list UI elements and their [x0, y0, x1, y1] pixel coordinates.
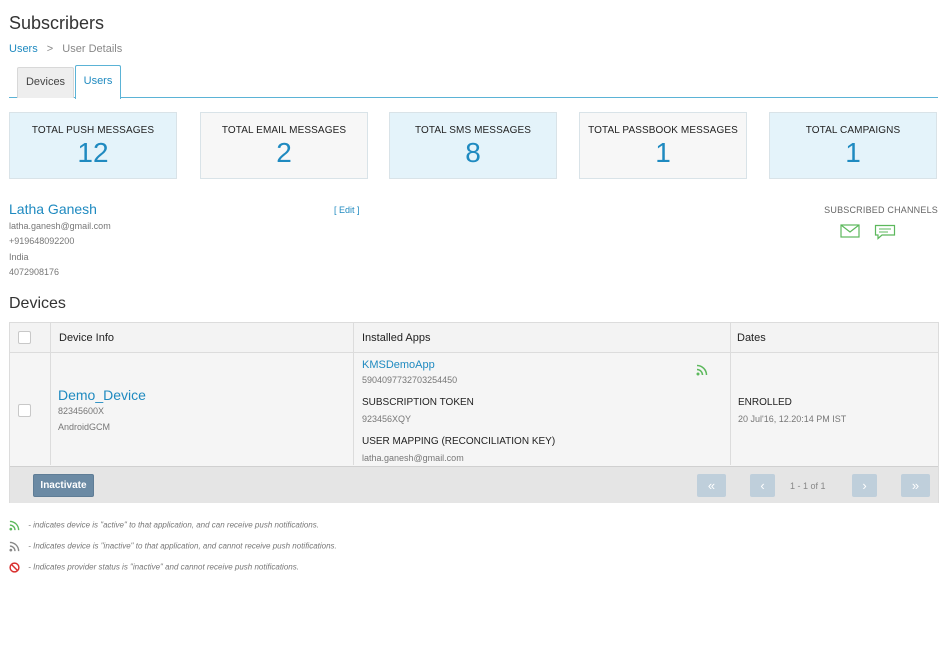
rss-active-icon — [696, 363, 708, 381]
user-email: latha.ganesh@gmail.com — [9, 221, 111, 231]
chevron-right-icon: › — [862, 478, 867, 493]
chevron-left-icon: ‹ — [760, 478, 765, 493]
user-id: 4072908176 — [9, 267, 60, 277]
rss-active-icon — [9, 520, 28, 531]
select-all-checkbox[interactable] — [18, 331, 31, 344]
legend-item-provider-inactive: - Indicates provider status is "inactive… — [9, 562, 299, 573]
device-name-link[interactable]: Demo_Device — [58, 387, 146, 403]
tab-bar: Devices Users — [9, 65, 938, 99]
stat-total-email: TOTAL EMAIL MESSAGES 2 — [200, 112, 368, 179]
first-page-button[interactable]: « — [697, 474, 726, 497]
table-header: Device Info Installed Apps Dates — [10, 323, 938, 353]
legend-item-inactive: - Indicates device is "inactive" to that… — [9, 541, 337, 552]
stat-value: 1 — [655, 137, 671, 168]
app-name-link[interactable]: KMSDemoApp — [362, 359, 435, 371]
edit-user-link[interactable]: [ Edit ] — [334, 205, 360, 215]
pagination-info: 1 - 1 of 1 — [790, 481, 826, 491]
stat-value: 12 — [77, 137, 109, 168]
device-platform: AndroidGCM — [58, 422, 111, 432]
prev-page-button[interactable]: ‹ — [750, 474, 775, 497]
enrollment-status: ENROLLED — [738, 397, 792, 408]
column-device-info: Device Info — [59, 332, 115, 344]
row-select-checkbox[interactable] — [18, 404, 31, 417]
sms-icon — [874, 224, 896, 245]
column-divider — [353, 323, 354, 465]
enrollment-date: 20 Jul'16, 12.20:14 PM IST — [738, 414, 847, 424]
stat-label: TOTAL EMAIL MESSAGES — [221, 125, 347, 136]
double-chevron-right-icon: » — [911, 478, 920, 493]
app-id: 5904097732703254450 — [362, 375, 458, 385]
user-mapping-label: USER MAPPING (RECONCILIATION KEY) — [362, 436, 556, 447]
subscription-token-value: 923456XQY — [362, 414, 412, 424]
tab-devices[interactable]: Devices — [17, 67, 74, 98]
double-chevron-left-icon: « — [707, 478, 716, 493]
stat-total-sms: TOTAL SMS MESSAGES 8 — [389, 112, 557, 179]
legend-text: - Indicates provider status is "inactive… — [28, 562, 299, 572]
breadcrumb-current: User Details — [62, 43, 123, 55]
stat-label: TOTAL PASSBOOK MESSAGES — [588, 125, 738, 136]
page-title: Subscribers — [9, 13, 105, 33]
user-country: India — [9, 252, 29, 262]
legend-text: - indicates device is "active" to that a… — [28, 520, 319, 530]
inactivate-button[interactable]: Inactivate — [33, 474, 94, 497]
stat-label: TOTAL PUSH MESSAGES — [31, 125, 155, 136]
stat-label: TOTAL CAMPAIGNS — [805, 125, 901, 136]
devices-section-title: Devices — [9, 295, 66, 312]
column-dates: Dates — [737, 332, 766, 344]
rss-inactive-icon — [9, 541, 28, 552]
table-footer: Inactivate « ‹ 1 - 1 of 1 › » — [10, 466, 938, 503]
subscribed-channels-label: SUBSCRIBED CHANNELS — [824, 205, 938, 215]
stat-value: 2 — [276, 137, 292, 168]
provider-inactive-icon — [9, 562, 28, 573]
column-installed-apps: Installed Apps — [362, 332, 431, 344]
user-name: Latha Ganesh — [9, 201, 97, 217]
email-icon — [840, 224, 860, 243]
breadcrumb-separator: > — [46, 43, 54, 55]
device-id: 82345600X — [58, 406, 105, 416]
tab-users[interactable]: Users — [75, 65, 121, 99]
last-page-button[interactable]: » — [901, 474, 930, 497]
stat-total-push: TOTAL PUSH MESSAGES 12 — [9, 112, 177, 179]
devices-table: Device Info Installed Apps Dates Demo_De… — [9, 322, 939, 503]
stat-value: 8 — [465, 137, 481, 168]
stat-total-passbook: TOTAL PASSBOOK MESSAGES 1 — [579, 112, 747, 179]
legend-text: - Indicates device is "inactive" to that… — [28, 541, 337, 551]
subscription-token-label: SUBSCRIPTION TOKEN — [362, 397, 474, 408]
breadcrumb-users-link[interactable]: Users — [9, 43, 38, 55]
next-page-button[interactable]: › — [852, 474, 877, 497]
user-phone: +919648092200 — [9, 236, 75, 246]
column-divider — [730, 323, 731, 465]
stat-label: TOTAL SMS MESSAGES — [414, 125, 532, 136]
breadcrumb: Users > User Details — [9, 43, 122, 55]
legend-item-active: - indicates device is "active" to that a… — [9, 520, 319, 531]
stat-value: 1 — [845, 137, 861, 168]
column-divider — [50, 323, 51, 465]
stat-total-campaigns: TOTAL CAMPAIGNS 1 — [769, 112, 937, 179]
user-mapping-value: latha.ganesh@gmail.com — [362, 453, 464, 463]
